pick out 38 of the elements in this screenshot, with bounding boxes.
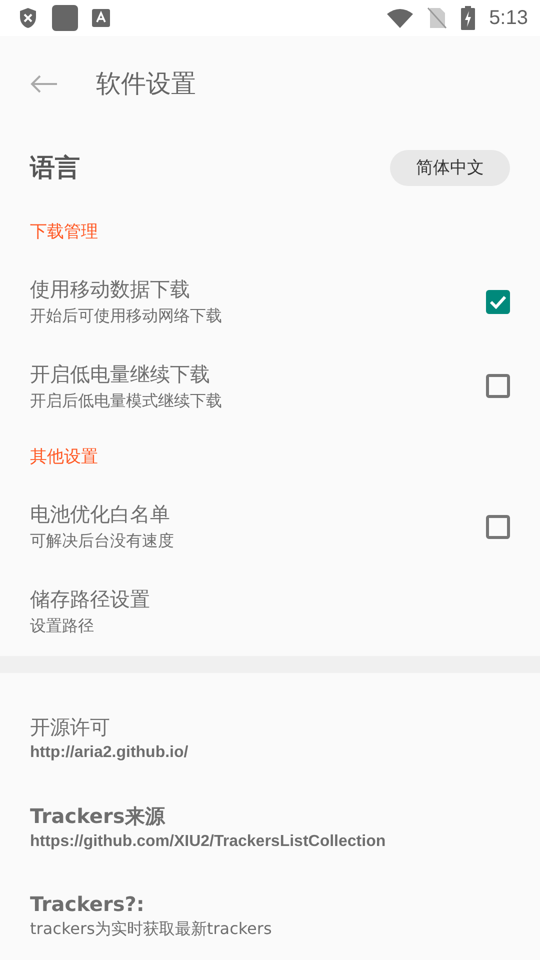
setting-title: 储存路径设置	[30, 586, 150, 613]
setting-subtitle: 设置路径	[30, 616, 95, 637]
info-title: 开源许可	[30, 714, 111, 740]
setting-row[interactable]: 使用移动数据下载 开始后可使用移动网络下载	[0, 259, 540, 344]
setting-row[interactable]: 开启低电量继续下载 开启后低电量模式继续下载	[0, 344, 540, 429]
setting-title: 使用移动数据下载	[30, 276, 191, 304]
info-row[interactable]: Trackers来源 https://github.com/XIU2/TrackersListCollection	[0, 782, 540, 871]
info-title: Trackers?:	[30, 892, 146, 916]
setting-row[interactable]: 电池优化白名单 可解决后台没有速度	[0, 484, 540, 569]
info-row[interactable]: 开源许可 http://aria2.github.io/	[0, 693, 540, 782]
setting-title: 电池优化白名单	[30, 501, 171, 528]
info-link: http://aria2.github.io/	[30, 744, 188, 762]
section-title: 其他设置	[29, 446, 99, 469]
info-subtitle: trackers为实时获取最新trackers	[30, 918, 272, 940]
shield-icon	[18, 7, 38, 29]
section-title: 下载管理	[29, 220, 99, 244]
checkbox[interactable]	[486, 514, 510, 539]
setting-row[interactable]: 储存路径设置 设置路径	[0, 568, 540, 654]
no-sim-icon	[427, 7, 448, 29]
language-button[interactable]: 简体中文	[390, 150, 510, 186]
battery-charging-icon	[461, 6, 476, 30]
language-label: 语言	[30, 152, 80, 184]
setting-subtitle: 开启后低电量模式继续下载	[30, 390, 222, 412]
checkbox[interactable]	[486, 374, 510, 398]
keyboard-icon	[92, 9, 110, 27]
info-link: https://github.com/XIU2/TrackersListCollection	[30, 832, 386, 850]
wifi-icon	[387, 8, 414, 28]
setting-subtitle: 开始后可使用移动网络下载	[30, 306, 222, 328]
back-arrow-icon[interactable]	[30, 74, 58, 94]
page-title: 软件设置	[96, 68, 196, 100]
setting-title: 开启低电量继续下载	[30, 360, 211, 388]
info-title: Trackers来源	[30, 802, 166, 830]
status-time: 5:13	[489, 6, 528, 30]
setting-subtitle: 可解决后台没有速度	[30, 531, 174, 552]
info-row[interactable]: Trackers?: trackers为实时获取最新trackers	[0, 871, 540, 960]
checkbox[interactable]	[486, 290, 510, 314]
check-icon	[489, 294, 507, 309]
app-icon	[52, 5, 78, 31]
